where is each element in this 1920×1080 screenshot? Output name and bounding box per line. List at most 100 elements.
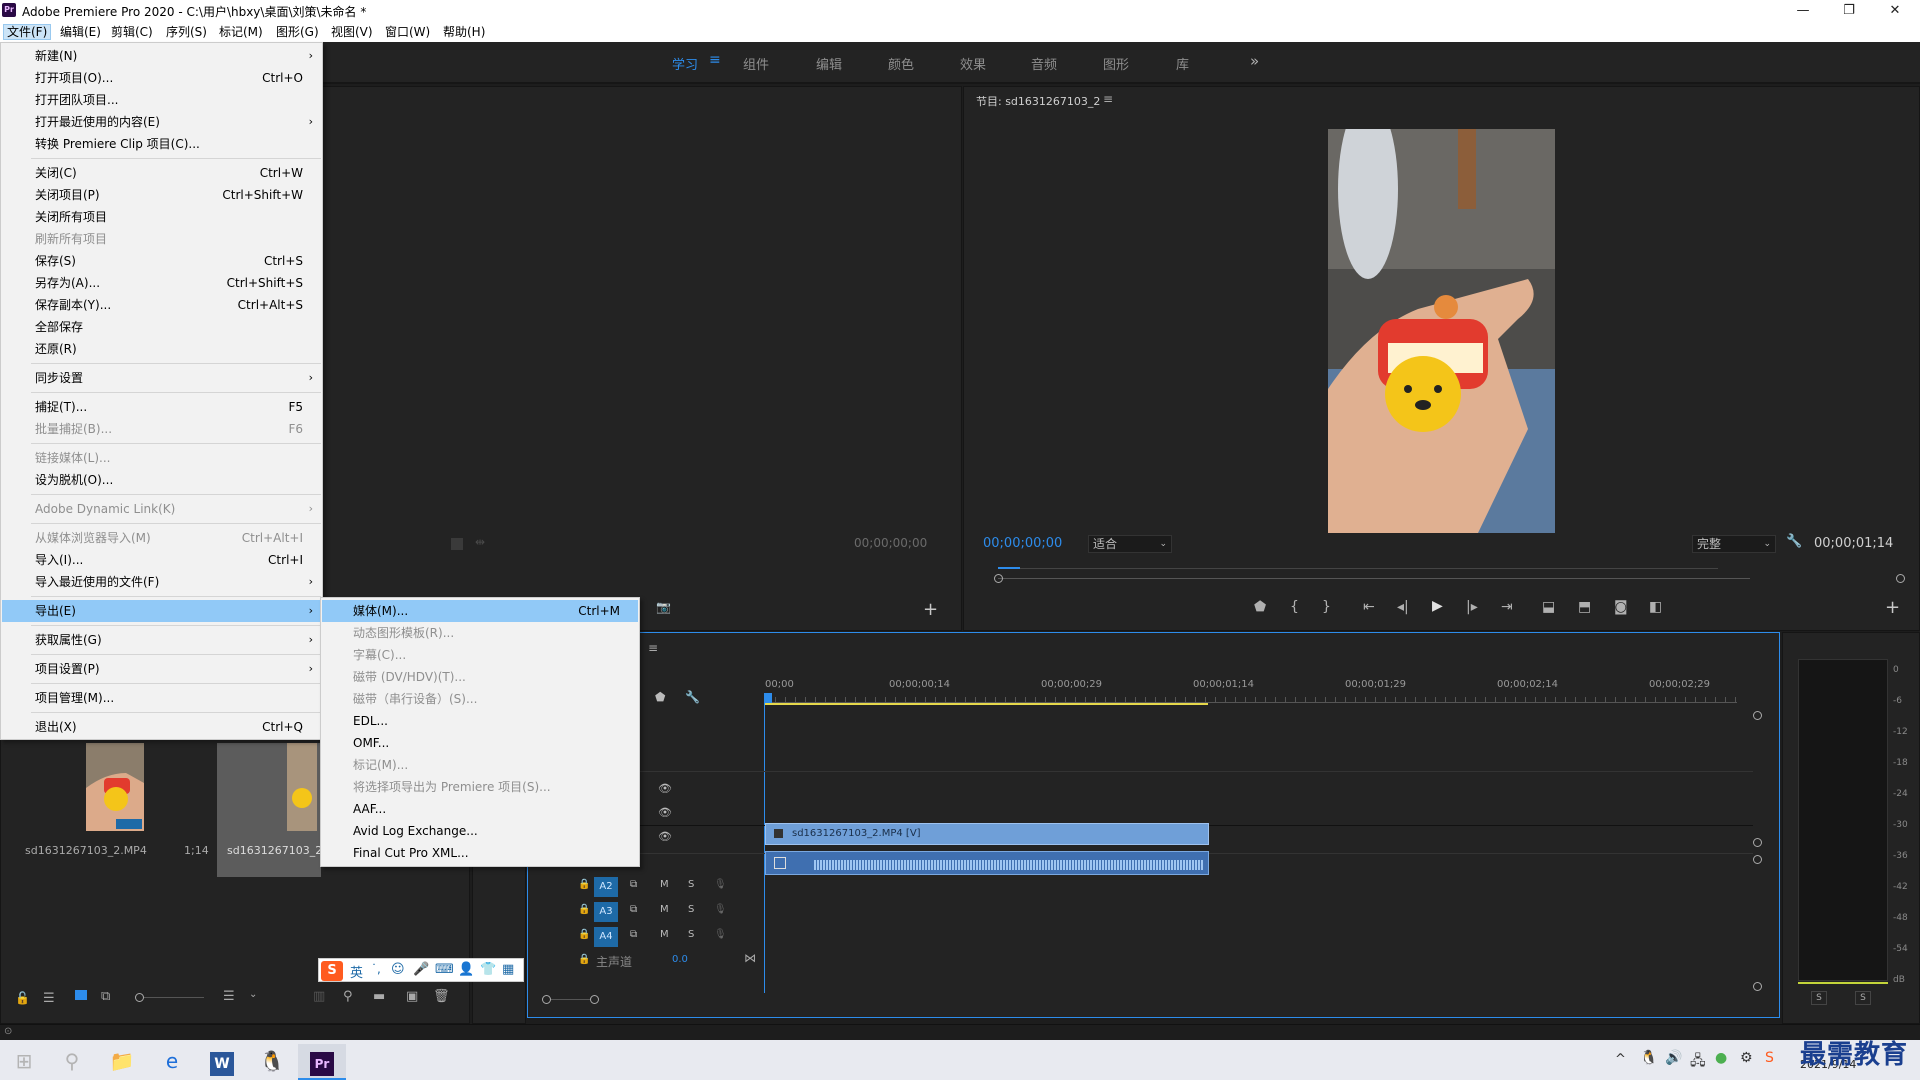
menu-item-revert[interactable]: 还原(R) <box>2 338 321 360</box>
program-monitor-title[interactable]: 节目: sd1631267103_2 <box>976 93 1100 109</box>
scroll-handle[interactable] <box>1753 855 1762 864</box>
program-playhead-indicator[interactable] <box>998 562 1020 569</box>
word-icon[interactable]: W <box>198 1044 246 1078</box>
video-clip[interactable]: sd1631267103_2.MP4 [V] <box>765 823 1209 845</box>
menu-item-convert-clip[interactable]: 转换 Premiere Clip 项目(C)... <box>2 133 321 155</box>
comparison-view-icon[interactable]: ◧ <box>1649 599 1662 615</box>
play-icon[interactable]: ▶ <box>1432 598 1443 614</box>
mic-icon[interactable]: 🎤 <box>413 962 429 977</box>
scroll-handle[interactable] <box>1753 838 1762 847</box>
menu-item-new[interactable]: 新建(N) › <box>2 45 321 67</box>
menu-item-open-team-project[interactable]: 打开团队项目... <box>2 89 321 111</box>
track-label-a3[interactable]: A3 <box>594 902 618 922</box>
eye-icon[interactable]: 👁 <box>658 782 672 795</box>
lock-icon[interactable]: 🔒 <box>578 904 590 915</box>
menu-item-get-properties[interactable]: 获取属性(G) › <box>2 629 321 651</box>
sync-lock-icon[interactable]: ⧉ <box>630 929 637 940</box>
eye-icon[interactable]: 👁 <box>658 830 672 843</box>
solo-left-button[interactable]: S <box>1811 991 1827 1005</box>
tab-color[interactable]: 颜色 <box>888 54 914 73</box>
windows-start-icon[interactable]: ⊞ <box>0 1044 48 1078</box>
zoom-slider-handle[interactable] <box>135 993 144 1002</box>
list-view-icon[interactable]: ☰ <box>43 991 55 1006</box>
menu-item-save-all[interactable]: 全部保存 <box>2 316 321 338</box>
more-workspaces-icon[interactable]: » <box>1250 52 1259 70</box>
track-label-a4[interactable]: A4 <box>594 927 618 947</box>
add-marker-icon[interactable]: ⬟ <box>655 690 665 704</box>
tab-libraries[interactable]: 库 <box>1176 54 1189 73</box>
menu-item-project-settings[interactable]: 项目设置(P) › <box>2 658 321 680</box>
menu-view[interactable]: 视图(V) <box>328 24 376 40</box>
tray-qq-icon[interactable]: 🐧 <box>1640 1050 1657 1066</box>
premiere-taskbar-icon[interactable]: Pr <box>298 1044 346 1078</box>
menu-clip[interactable]: 剪辑(C) <box>108 24 156 40</box>
menu-item-export-ale[interactable]: Avid Log Exchange... <box>322 820 638 842</box>
mute-button[interactable]: M <box>660 904 669 915</box>
sogou-logo-icon[interactable]: S <box>321 961 343 981</box>
drag-icon[interactable]: ⇹ <box>475 535 485 549</box>
ime-lang-toggle[interactable]: 英 <box>350 962 363 981</box>
eye-icon[interactable]: 👁 <box>658 806 672 819</box>
menu-item-import-recent[interactable]: 导入最近使用的文件(F) › <box>2 571 321 593</box>
export-frame-icon[interactable]: ◙ <box>1614 599 1628 615</box>
track-label-a2[interactable]: A2 <box>594 877 618 897</box>
restore-button[interactable]: ❐ <box>1826 0 1872 22</box>
close-button[interactable]: ✕ <box>1872 0 1918 22</box>
h-scroll-handle-right[interactable] <box>590 995 599 1004</box>
master-track-end-icon[interactable]: ⋈ <box>744 951 756 965</box>
lock-icon[interactable]: 🔒 <box>578 954 590 965</box>
mark-in-icon[interactable]: { <box>1290 599 1299 615</box>
tab-audio[interactable]: 音频 <box>1031 54 1057 73</box>
mic-icon[interactable]: 🎙 <box>714 879 727 890</box>
playhead[interactable] <box>764 693 772 703</box>
menu-item-sync-settings[interactable]: 同步设置 › <box>2 367 321 389</box>
menu-item-open-recent[interactable]: 打开最近使用的内容(E) › <box>2 111 321 133</box>
ime-punct-toggle[interactable]: ˙, <box>371 962 381 976</box>
camera-icon[interactable]: 📷 <box>656 600 671 614</box>
menu-item-save-as[interactable]: 另存为(A)... Ctrl+Shift+S <box>2 272 321 294</box>
menu-item-close[interactable]: 关闭(C) Ctrl+W <box>2 162 321 184</box>
program-timecode[interactable]: 00;00;00;00 <box>983 536 1062 551</box>
automate-icon[interactable]: ▥ <box>313 989 325 1004</box>
program-scroll-bar[interactable] <box>998 578 1750 579</box>
add-button-icon[interactable]: + <box>923 599 938 620</box>
menu-item-export-aaf[interactable]: AAF... <box>322 798 638 820</box>
tab-graphics[interactable]: 图形 <box>1103 54 1129 73</box>
keyboard-icon[interactable]: ⌨ <box>435 962 454 977</box>
h-scroll-bar[interactable] <box>551 999 590 1000</box>
wrench-icon[interactable]: 🔧 <box>685 690 700 704</box>
step-forward-icon[interactable]: |▸ <box>1466 599 1478 615</box>
audio-clip[interactable] <box>765 851 1209 875</box>
menu-item-export-edl[interactable]: EDL... <box>322 710 638 732</box>
mark-out-icon[interactable]: } <box>1322 599 1331 615</box>
trash-icon[interactable]: 🗑 <box>433 989 450 1004</box>
menu-item-save[interactable]: 保存(S) Ctrl+S <box>2 250 321 272</box>
solo-button[interactable]: S <box>688 904 694 915</box>
menu-item-export-fcp-xml[interactable]: Final Cut Pro XML... <box>322 842 638 864</box>
new-item-icon[interactable]: ▣ <box>406 989 418 1004</box>
menu-item-exit[interactable]: 退出(X) Ctrl+Q <box>2 716 321 738</box>
master-volume-value[interactable]: 0.0 <box>672 954 688 965</box>
menu-item-close-project[interactable]: 关闭项目(P) Ctrl+Shift+W <box>2 184 321 206</box>
quality-dropdown[interactable]: 完整 ⌄ <box>1692 535 1776 553</box>
wrench-icon[interactable]: 🔧 <box>1786 534 1802 549</box>
lift-icon[interactable]: ⬓ <box>1542 599 1555 615</box>
scroll-handle-left[interactable] <box>994 574 1003 583</box>
search-icon[interactable]: ⚲ <box>343 989 353 1004</box>
toolbox-icon[interactable]: ▦ <box>502 962 514 977</box>
add-button-icon[interactable]: + <box>1885 597 1900 618</box>
menu-marker[interactable]: 标记(M) <box>216 24 266 40</box>
thumbnail-1[interactable] <box>86 743 144 831</box>
zoom-slider[interactable] <box>144 997 204 998</box>
mute-button[interactable]: M <box>660 879 669 890</box>
edge-browser-icon[interactable]: e <box>148 1044 196 1078</box>
go-to-in-icon[interactable]: ⇤ <box>1363 599 1375 615</box>
solo-button[interactable]: S <box>688 929 694 940</box>
minimize-button[interactable]: — <box>1780 0 1826 22</box>
volume-icon[interactable]: 🔊 <box>1665 1050 1682 1066</box>
marker-icon[interactable]: ⬟ <box>1254 599 1266 615</box>
menu-item-export-media[interactable]: 媒体(M)... Ctrl+M <box>322 600 638 622</box>
scroll-handle-top[interactable] <box>1753 711 1762 720</box>
tab-learn[interactable]: 学习 <box>672 54 698 73</box>
lock-icon[interactable]: 🔒 <box>578 929 590 940</box>
